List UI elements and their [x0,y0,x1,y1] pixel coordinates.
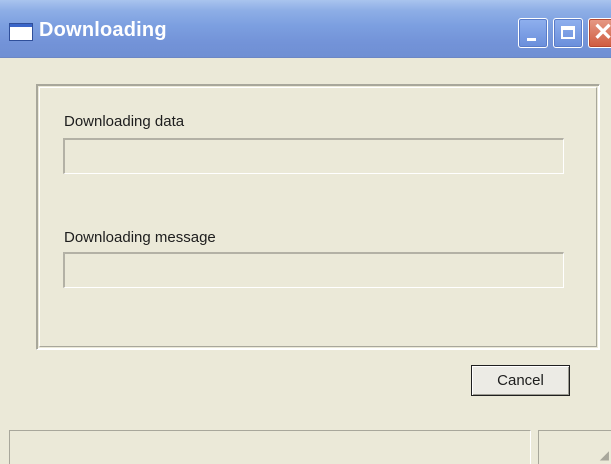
downloading-message-progress-bar [63,252,564,288]
download-dialog: Downloading ✕ Downloading data Downloadi… [0,0,611,464]
window-icon [9,23,33,41]
close-button[interactable]: ✕ [588,18,611,48]
close-icon: ✕ [593,19,611,46]
downloading-data-label: Downloading data [64,113,185,130]
title-bar[interactable]: Downloading ✕ [0,0,611,58]
status-bar: ◢ [0,430,611,464]
maximize-icon [561,26,575,39]
cancel-button[interactable]: Cancel [471,365,570,396]
downloading-message-label: Downloading message [64,229,216,246]
window-title: Downloading [39,19,167,41]
minimize-icon [527,38,536,41]
minimize-button[interactable] [518,18,548,48]
maximize-button[interactable] [553,18,583,48]
downloading-data-progress-bar [63,138,564,174]
resize-grip-icon[interactable]: ◢ [595,448,609,462]
status-pane-main [9,430,531,464]
